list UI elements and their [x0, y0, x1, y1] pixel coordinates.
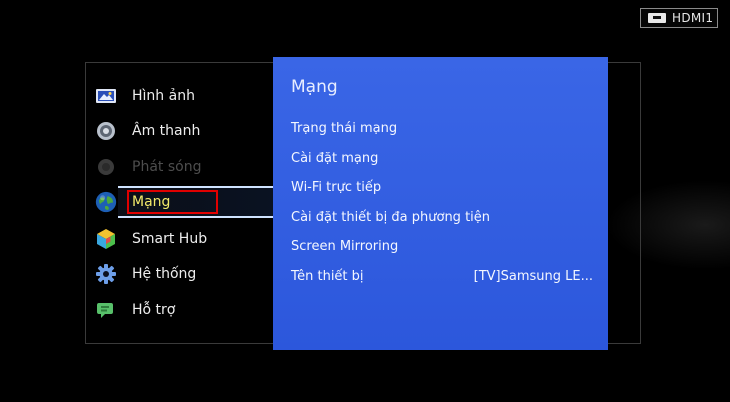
- submenu-item-label: Cài đặt thiết bị đa phương tiện: [291, 209, 491, 225]
- menu-item-label: Hỗ trợ: [132, 302, 176, 318]
- menu-item-label: Phát sóng: [132, 159, 202, 175]
- submenu-item-label: Tên thiết bị: [291, 268, 364, 284]
- menu-item-sound[interactable]: Âm thanh: [95, 116, 275, 146]
- menu-item-picture[interactable]: Hình ảnh: [95, 81, 275, 111]
- globe-icon: [95, 191, 117, 213]
- selection-highlight-box: [127, 190, 218, 214]
- support-icon: [95, 299, 117, 321]
- input-source-badge: HDMI1: [640, 8, 718, 28]
- submenu-item-media-device-settings[interactable]: Cài đặt thiết bị đa phương tiện: [291, 208, 593, 226]
- gear-icon: [95, 263, 117, 285]
- submenu-item-label: Cài đặt mạng: [291, 150, 379, 166]
- submenu-item-device-name[interactable]: Tên thiết bị [TV]Samsung LE...: [291, 267, 593, 285]
- device-name-value: [TV]Samsung LE...: [473, 268, 593, 284]
- menu-item-broadcast[interactable]: Phát sóng: [95, 152, 275, 182]
- sound-icon: [95, 120, 117, 142]
- picture-icon: [95, 85, 117, 107]
- submenu-item-network-status[interactable]: Trạng thái mạng: [291, 119, 593, 137]
- menu-item-system[interactable]: Hệ thống: [95, 259, 275, 289]
- submenu-item-label: Wi-Fi trực tiếp: [291, 179, 382, 195]
- smart-hub-cube-icon: [95, 228, 117, 250]
- submenu-item-label: Screen Mirroring: [291, 238, 399, 254]
- menu-item-smart-hub[interactable]: Smart Hub: [95, 224, 275, 254]
- submenu-item-screen-mirroring[interactable]: Screen Mirroring: [291, 237, 593, 255]
- submenu-item-network-settings[interactable]: Cài đặt mạng: [291, 149, 593, 167]
- submenu-item-label: Trạng thái mạng: [291, 120, 398, 136]
- menu-item-label: Smart Hub: [132, 231, 208, 247]
- submenu-item-wifi-direct[interactable]: Wi-Fi trực tiếp: [291, 178, 593, 196]
- submenu-title: Mạng: [291, 77, 338, 97]
- menu-item-label: Hệ thống: [132, 266, 197, 282]
- input-source-label: HDMI1: [672, 11, 714, 25]
- menu-item-label: Hình ảnh: [132, 88, 195, 104]
- broadcast-icon: [95, 156, 117, 178]
- menu-item-label: Âm thanh: [132, 123, 201, 139]
- menu-item-support[interactable]: Hỗ trợ: [95, 295, 275, 325]
- hdmi-icon: [648, 13, 666, 23]
- network-submenu-panel: Mạng Trạng thái mạng Cài đặt mạng Wi-Fi …: [273, 57, 608, 350]
